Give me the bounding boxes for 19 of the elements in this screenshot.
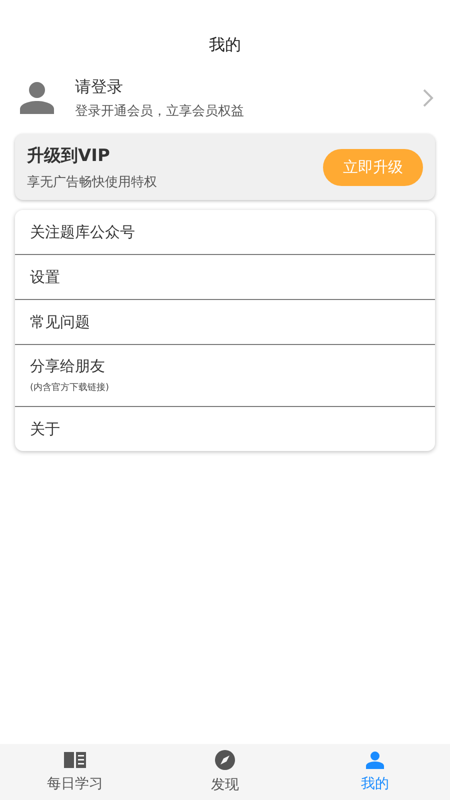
menu-item-note: (内含官方下载链接) xyxy=(30,382,110,394)
avatar-icon xyxy=(20,82,54,114)
person-icon xyxy=(366,751,384,769)
menu-item[interactable]: 分享给朋友 xyxy=(30,357,420,376)
tab[interactable]: 每日学习 xyxy=(0,744,150,800)
login-row[interactable]: 请登录 登录开通会员，立享会员权益 xyxy=(0,70,450,126)
vip-subtitle: 享无广告畅快使用特权 xyxy=(27,174,158,190)
login-title: 请登录 xyxy=(75,76,124,98)
book-icon xyxy=(64,751,86,769)
compass-icon xyxy=(215,750,235,770)
vip-title: 升级到VIP xyxy=(27,144,111,166)
tab[interactable]: 发现 xyxy=(150,744,300,800)
login-subtitle: 登录开通会员，立享会员权益 xyxy=(75,102,245,120)
page-title: 我的 xyxy=(209,35,241,56)
menu-item[interactable]: 关于 xyxy=(30,420,420,438)
menu-item[interactable]: 常见问题 xyxy=(30,312,420,332)
menu-item[interactable]: 设置 xyxy=(30,268,420,286)
chevron-right-icon xyxy=(422,88,434,108)
menu-item[interactable]: 关注题库公众号 xyxy=(30,222,420,242)
